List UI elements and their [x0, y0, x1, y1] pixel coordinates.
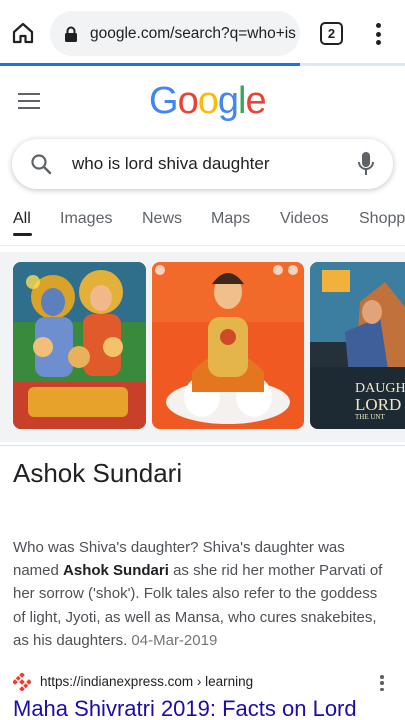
- search-icon: [31, 154, 52, 175]
- browser-menu-icon[interactable]: [370, 20, 386, 48]
- url-text: google.com/search?q=who+is: [90, 24, 296, 42]
- image-caption-line2: LORD: [355, 395, 402, 414]
- image-result-1[interactable]: [13, 262, 146, 429]
- google-logo[interactable]: Google: [149, 80, 267, 123]
- image-carousel: DAUGH LORD THE UNT: [0, 252, 405, 442]
- snippet-date: 04-Mar-2019: [131, 631, 218, 649]
- answer-title: Ashok Sundari: [13, 458, 183, 488]
- lock-icon: [65, 26, 77, 42]
- tab-shopping[interactable]: Shopp: [359, 210, 405, 228]
- progress-fill: [0, 63, 300, 66]
- tab-news[interactable]: News: [142, 210, 182, 228]
- hamburger-menu-icon[interactable]: [18, 93, 40, 109]
- logo-letter: g: [217, 80, 239, 122]
- logo-letter: e: [245, 80, 266, 122]
- tab-switcher-button[interactable]: 2: [320, 22, 343, 45]
- logo-letter: o: [177, 80, 199, 122]
- logo-letter: G: [149, 80, 179, 122]
- tab-count: 2: [327, 26, 336, 41]
- active-tab-indicator: [13, 233, 32, 236]
- tab-all[interactable]: All: [13, 210, 31, 228]
- section-divider: [0, 445, 405, 446]
- search-input[interactable]: who is lord shiva daughter: [72, 154, 270, 174]
- tab-videos[interactable]: Videos: [280, 210, 329, 228]
- result-more-options-icon[interactable]: [379, 675, 385, 691]
- search-box[interactable]: who is lord shiva daughter: [12, 139, 393, 189]
- search-tabs: All Images News Maps Videos Shopp: [0, 200, 405, 246]
- page-load-progress: [0, 63, 405, 66]
- featured-snippet: Who was Shiva's daughter? Shiva's daught…: [13, 536, 393, 652]
- tab-maps[interactable]: Maps: [211, 210, 250, 228]
- image-result-2[interactable]: [152, 262, 304, 429]
- image-result-3[interactable]: DAUGH LORD THE UNT: [310, 262, 405, 429]
- result-url[interactable]: https://indianexpress.com › learning: [40, 674, 253, 689]
- snippet-highlight: Ashok Sundari: [63, 562, 169, 580]
- browser-toolbar: google.com/search?q=who+is 2: [0, 0, 405, 66]
- address-bar[interactable]: google.com/search?q=who+is: [50, 11, 300, 56]
- image-caption-line3: THE UNT: [355, 413, 385, 421]
- result-title-link[interactable]: Maha Shivratri 2019: Facts on Lord: [13, 696, 357, 720]
- home-icon[interactable]: [8, 18, 38, 48]
- microphone-icon[interactable]: [357, 151, 375, 177]
- logo-letter: o: [197, 80, 219, 122]
- tab-images[interactable]: Images: [60, 210, 112, 228]
- indianexpress-favicon-icon: [13, 673, 31, 691]
- result-source[interactable]: https://indianexpress.com › learning: [13, 672, 393, 692]
